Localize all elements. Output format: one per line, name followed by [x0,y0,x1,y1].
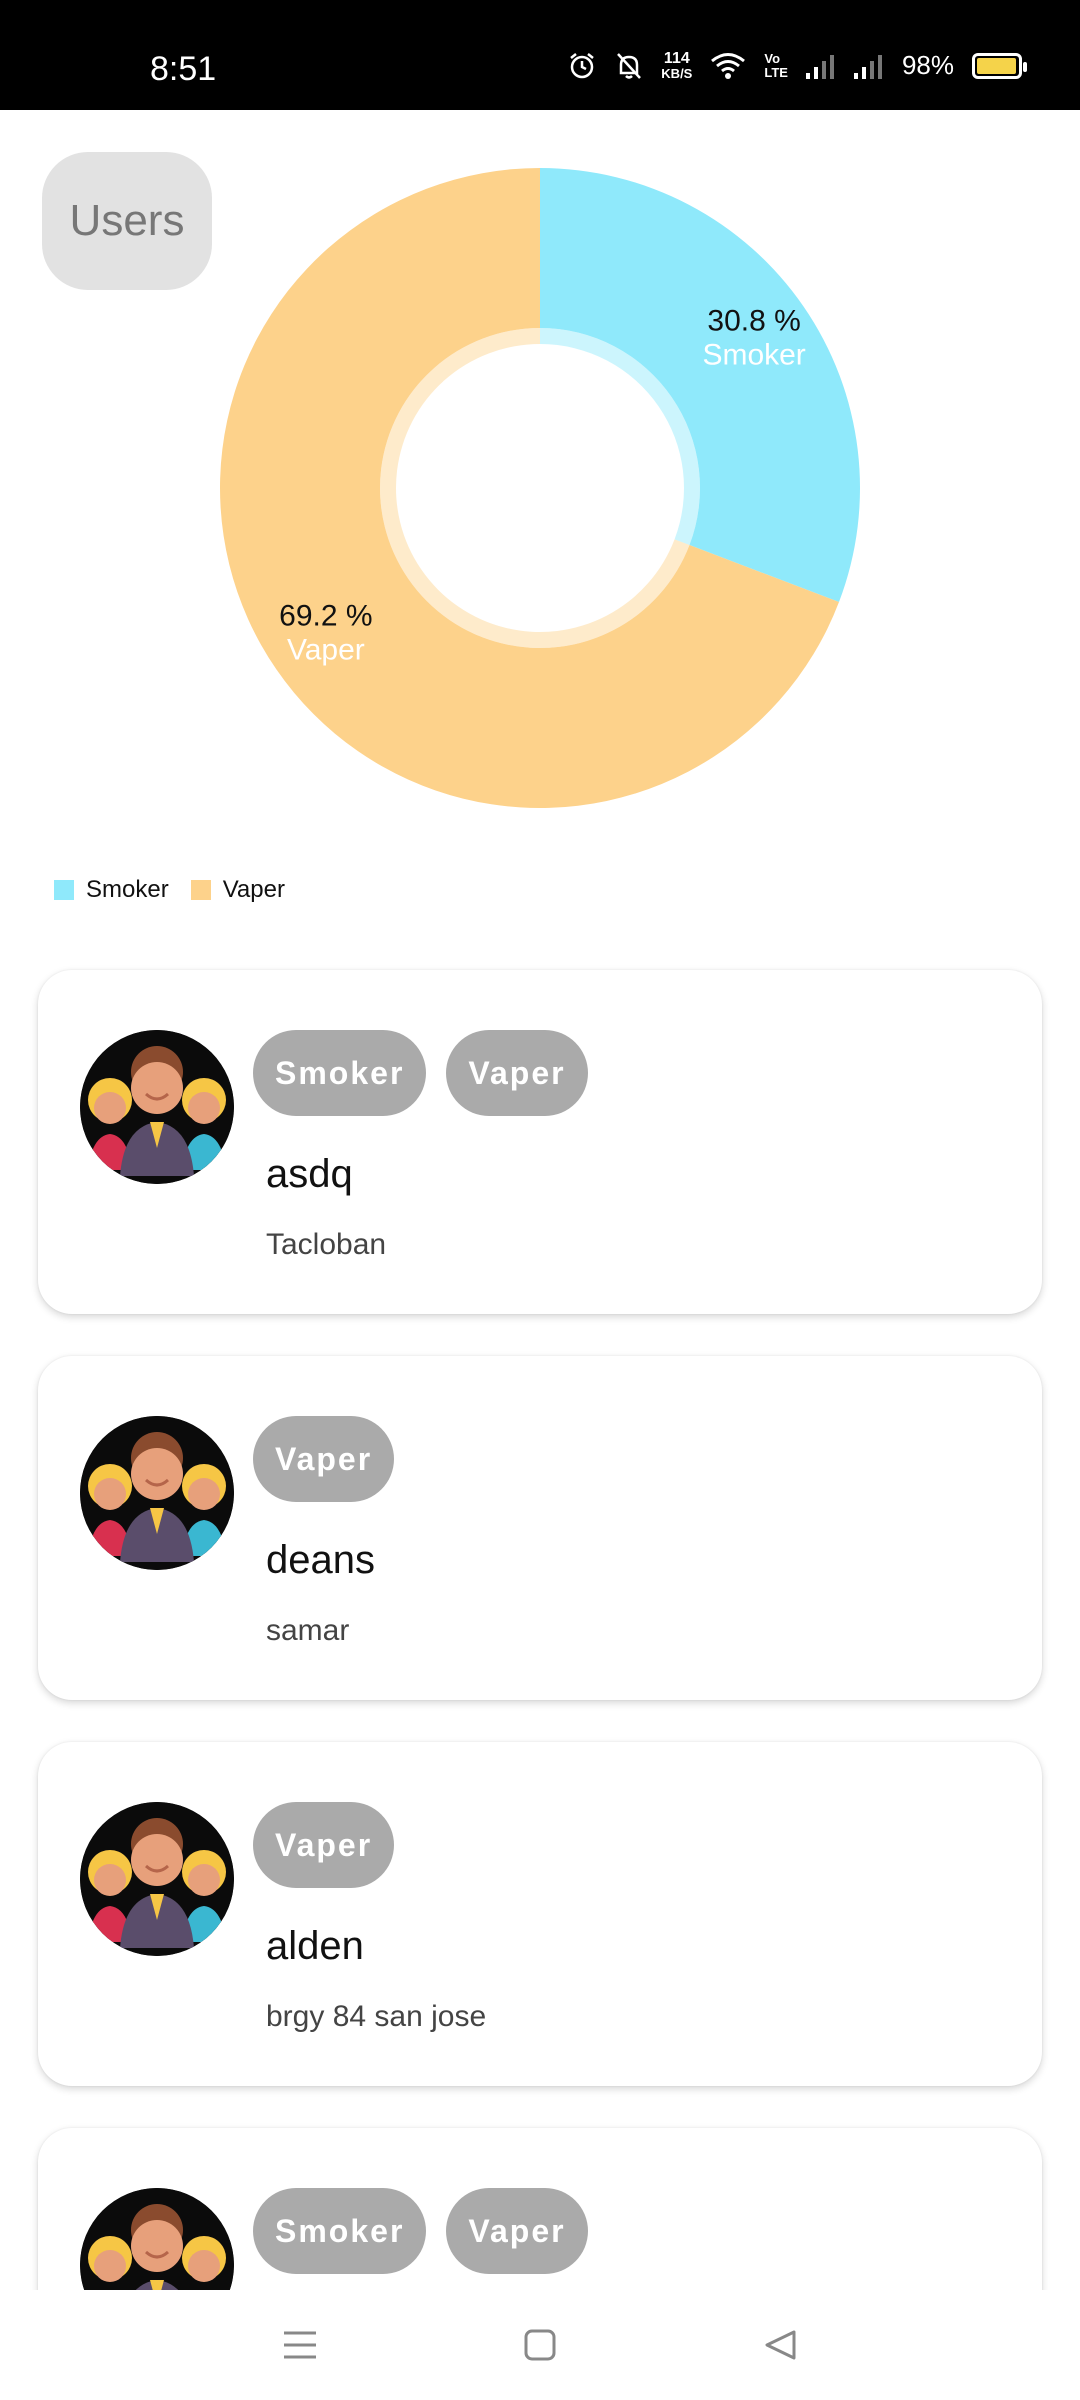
tag-vaper: Vaper [253,1802,395,1888]
legend-item-smoker: Smoker [54,876,169,904]
tag-vaper: Vaper [446,2188,588,2274]
group-avatar-icon [80,1416,234,1570]
legend-label-vaper: Vaper [222,876,285,903]
status-bar: 8:51 114 KB/S Vo LTE 98% [0,0,1080,110]
user-tags: Vaper [253,1416,395,1502]
wifi-icon [711,52,746,79]
navigation-bar [0,2290,1080,2400]
user-card[interactable]: Vaper deans samar [38,1356,1042,1700]
slice-name-smoker: Smoker [702,339,805,372]
pie-chart: 30.8 %Smoker 69.2 %Vaper [220,168,860,808]
status-time: 8:51 [150,50,217,88]
tag-vaper: Vaper [446,1030,588,1116]
slice-smoker[interactable] [540,168,860,603]
tag-smoker: Smoker [253,2188,427,2274]
status-icons: 114 KB/S Vo LTE 98% [567,49,1027,81]
network-speed-unit: KB/S [661,65,693,81]
slice-percent-smoker: 30.8 % [707,305,800,338]
group-avatar-icon [80,1802,234,1956]
user-name: asdq [266,1152,353,1196]
home-square-icon[interactable] [510,2315,570,2375]
volte-top: Vo [764,50,781,66]
group-avatar-icon [80,1030,234,1184]
user-tags: Smoker Vaper [253,2188,588,2274]
legend-item-vaper: Vaper [190,876,285,904]
user-card[interactable]: Vaper alden brgy 84 san jose [38,1742,1042,2086]
battery-percent: 98% [901,50,954,80]
users-button[interactable]: Users [42,152,212,290]
user-location: samar [266,1614,350,1647]
tag-vaper: Vaper [253,1416,395,1502]
bell-off-icon [617,52,642,79]
user-name: deans [266,1538,375,1582]
tag-smoker: Smoker [253,1030,427,1116]
legend-swatch-smoker [54,880,74,900]
signal-icon-2 [853,54,882,79]
user-location: Tacloban [266,1228,387,1261]
user-tags: Vaper [253,1802,395,1888]
user-card[interactable]: Smoker Vaper asdq Tacloban [38,970,1042,1314]
battery-fill [977,57,1017,74]
back-triangle-icon[interactable] [750,2315,810,2375]
legend-label-smoker: Smoker [86,876,169,903]
network-speed: 114 KB/S [661,49,693,81]
slice-name-vaper: Vaper [287,633,365,666]
legend-swatch-vaper [190,880,211,900]
user-location: brgy 84 san jose [266,2000,487,2033]
chart-legend: Smoker Vaper [54,876,291,904]
user-tags: Smoker Vaper [253,1030,588,1116]
signal-icon-1 [805,54,834,79]
slice-percent-vaper: 69.2 % [279,599,372,632]
menu-icon[interactable] [270,2315,330,2375]
battery-icon [972,52,1027,79]
network-speed-value: 114 [663,49,690,67]
alarm-icon [570,52,595,78]
user-name: alden [266,1924,364,1968]
volte-indicator: Vo LTE [764,50,788,80]
volte-bottom: LTE [764,64,788,80]
